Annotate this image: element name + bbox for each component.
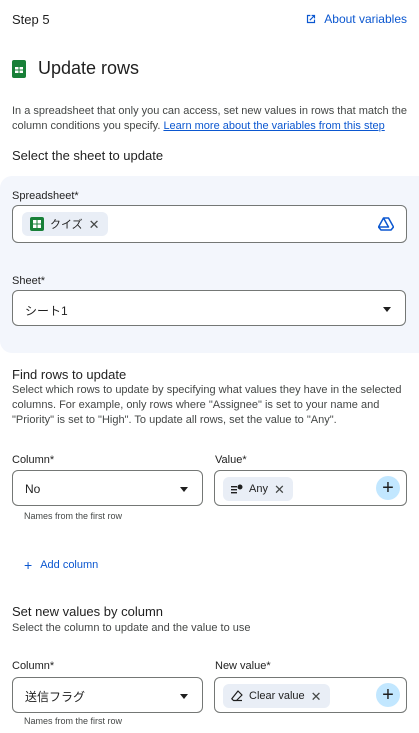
remove-chip-icon[interactable]: ✕ bbox=[311, 690, 322, 703]
variable-icon bbox=[231, 484, 243, 494]
set-column-select[interactable]: 送信フラグ bbox=[12, 677, 203, 713]
google-sheets-icon bbox=[12, 59, 26, 78]
clear-value-chip: Clear value ✕ bbox=[223, 684, 330, 708]
find-column-select[interactable]: No bbox=[12, 470, 203, 506]
about-variables-link[interactable]: About variables bbox=[304, 12, 407, 26]
spreadsheet-label: Spreadsheet* bbox=[12, 190, 79, 202]
sheet-select-value: シート1 bbox=[25, 304, 68, 318]
eraser-icon bbox=[231, 690, 243, 702]
any-chip-label: Any bbox=[249, 483, 268, 495]
remove-chip-icon[interactable]: ✕ bbox=[89, 218, 100, 231]
page-title: Update rows bbox=[38, 58, 140, 78]
set-column-helper: Names from the first row bbox=[24, 716, 123, 726]
new-value-label: New value* bbox=[215, 660, 271, 672]
step-label: Step 5 bbox=[12, 12, 50, 27]
chevron-down-icon bbox=[383, 307, 391, 312]
plus-icon[interactable]: + bbox=[376, 683, 400, 707]
google-drive-icon[interactable] bbox=[378, 217, 394, 231]
remove-chip-icon[interactable]: ✕ bbox=[274, 483, 285, 496]
find-value-field[interactable]: Any ✕ + bbox=[214, 470, 407, 506]
any-chip: Any ✕ bbox=[223, 477, 293, 501]
sheet-label: Sheet* bbox=[12, 275, 46, 287]
select-sheet-title: Select the sheet to update bbox=[12, 148, 164, 163]
google-sheets-icon bbox=[30, 217, 44, 231]
find-column-helper: Names from the first row bbox=[24, 511, 123, 521]
plus-icon[interactable]: + bbox=[376, 476, 400, 500]
add-column-button[interactable]: + Add column bbox=[24, 557, 98, 573]
find-column-label: Column* bbox=[12, 454, 55, 466]
find-column-value: No bbox=[25, 482, 41, 496]
set-column-label: Column* bbox=[12, 660, 55, 672]
action-title-row: Update rows bbox=[12, 58, 139, 79]
learn-more-link[interactable]: Learn more about the variables from this… bbox=[163, 120, 384, 132]
find-rows-description: Select which rows to update by specifyin… bbox=[12, 384, 402, 426]
sheet-select[interactable]: シート1 bbox=[12, 290, 406, 326]
chevron-down-icon bbox=[180, 487, 188, 492]
spreadsheet-field[interactable]: クイズ ✕ bbox=[12, 205, 407, 243]
add-column-label: Add column bbox=[40, 559, 99, 571]
action-description: In a spreadsheet that only you can acces… bbox=[12, 104, 410, 134]
set-values-title: Set new values by column bbox=[12, 604, 164, 619]
spreadsheet-chip-label: クイズ bbox=[50, 219, 83, 231]
spreadsheet-chip: クイズ ✕ bbox=[22, 212, 108, 236]
set-column-value: 送信フラグ bbox=[25, 690, 86, 704]
plus-icon: + bbox=[24, 557, 33, 573]
set-values-description: Select the column to update and the valu… bbox=[12, 622, 251, 634]
new-value-field[interactable]: Clear value ✕ + bbox=[214, 677, 407, 713]
open-in-new-icon bbox=[307, 14, 316, 24]
find-rows-title: Find rows to update bbox=[12, 367, 127, 382]
find-value-label: Value* bbox=[215, 454, 247, 466]
about-variables-label: About variables bbox=[324, 12, 407, 26]
select-sheet-panel bbox=[0, 176, 419, 353]
chevron-down-icon bbox=[180, 694, 188, 699]
clear-value-chip-label: Clear value bbox=[249, 690, 305, 702]
